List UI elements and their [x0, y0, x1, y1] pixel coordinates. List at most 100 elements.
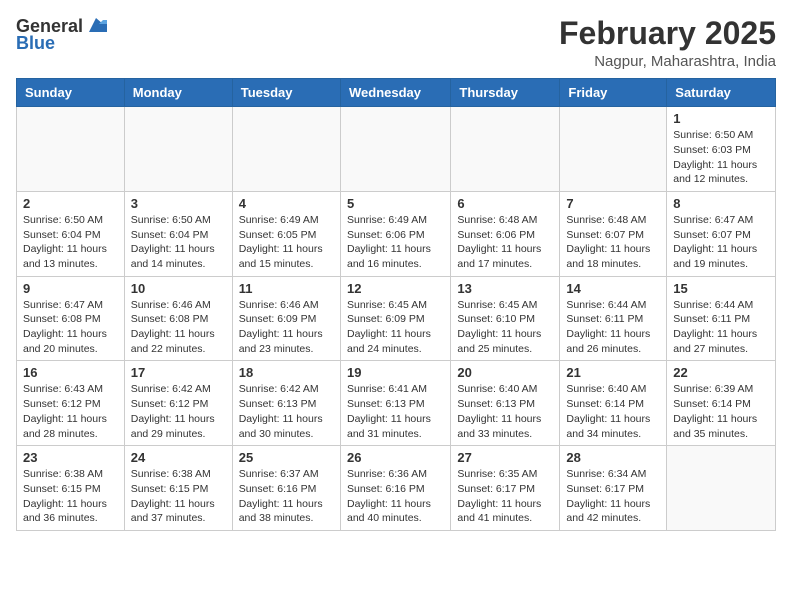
month-year: February 2025: [559, 16, 776, 51]
location: Nagpur, Maharashtra, India: [559, 53, 776, 70]
calendar-cell: 14Sunrise: 6:44 AM Sunset: 6:11 PM Dayli…: [560, 276, 667, 361]
day-info: Sunrise: 6:50 AM Sunset: 6:04 PM Dayligh…: [131, 213, 226, 272]
calendar-cell: 21 Sunrise: 6:40 AM Sunset: 6:14 PM Dayli…: [560, 361, 667, 446]
calendar-cell: 6 Sunrise: 6:48 AM Sunset: 6:06 PM Daylig…: [451, 191, 560, 276]
day-info: Sunrise: 6:48 AM Sunset: 6:07 PM Dayligh…: [566, 213, 660, 272]
day-number: 25: [239, 450, 334, 465]
day-info: Sunrise: 6:40 AM Sunset: 6:13 PM Dayligh…: [457, 382, 553, 441]
day-info: Sunrise: 6:47 AM Sunset: 6:07 PM Dayligh…: [673, 213, 769, 272]
calendar-cell: 7 Sunrise: 6:48 AM Sunset: 6:07 PM Daylig…: [560, 191, 667, 276]
day-info: Sunrise: 6:50 AM Sunset: 6:04 PM Dayligh…: [23, 213, 118, 272]
calendar-cell: [124, 107, 232, 192]
day-info: Sunrise: 6:44 AM Sunset: 6:11 PM Dayligh…: [566, 298, 660, 357]
calendar-table: SundayMondayTuesdayWednesdayThursdayFrid…: [16, 78, 776, 531]
calendar-cell: 11 Sunrise: 6:46 AM Sunset: 6:09 PM Dayli…: [232, 276, 340, 361]
day-info: Sunrise: 6:44 AM Sunset: 6:11 PM Dayligh…: [673, 298, 769, 357]
calendar-cell: 20 Sunrise: 6:40 AM Sunset: 6:13 PM Dayli…: [451, 361, 560, 446]
day-info: Sunrise: 6:49 AM Sunset: 6:05 PM Dayligh…: [239, 213, 334, 272]
day-info: Sunrise: 6:47 AM Sunset: 6:08 PM Dayligh…: [23, 298, 118, 357]
calendar-week-1: 1 Sunrise: 6:50 AM Sunset: 6:03 PM Daylig…: [17, 107, 776, 192]
day-number: 6: [457, 196, 553, 211]
day-info: Sunrise: 6:41 AM Sunset: 6:13 PM Dayligh…: [347, 382, 444, 441]
calendar-cell: 13 Sunrise: 6:45 AM Sunset: 6:10 PM Dayli…: [451, 276, 560, 361]
day-info: Sunrise: 6:43 AM Sunset: 6:12 PM Dayligh…: [23, 382, 118, 441]
day-number: 21: [566, 365, 660, 380]
day-number: 11: [239, 281, 334, 296]
calendar-cell: 22Sunrise: 6:39 AM Sunset: 6:14 PM Dayli…: [667, 361, 776, 446]
calendar-cell: 28Sunrise: 6:34 AM Sunset: 6:17 PM Dayli…: [560, 446, 667, 531]
page-header: General Blue February 2025 Nagpur, Mahar…: [16, 16, 776, 70]
day-info: Sunrise: 6:45 AM Sunset: 6:09 PM Dayligh…: [347, 298, 444, 357]
day-info: Sunrise: 6:39 AM Sunset: 6:14 PM Dayligh…: [673, 382, 769, 441]
day-info: Sunrise: 6:42 AM Sunset: 6:13 PM Dayligh…: [239, 382, 334, 441]
calendar-cell: 4 Sunrise: 6:49 AM Sunset: 6:05 PM Daylig…: [232, 191, 340, 276]
calendar-cell: 1 Sunrise: 6:50 AM Sunset: 6:03 PM Daylig…: [667, 107, 776, 192]
weekday-header-thursday: Thursday: [451, 79, 560, 107]
day-number: 12: [347, 281, 444, 296]
day-number: 16: [23, 365, 118, 380]
day-info: Sunrise: 6:50 AM Sunset: 6:03 PM Dayligh…: [673, 128, 769, 187]
calendar-cell: [232, 107, 340, 192]
weekday-header-friday: Friday: [560, 79, 667, 107]
day-number: 15: [673, 281, 769, 296]
day-number: 10: [131, 281, 226, 296]
day-number: 19: [347, 365, 444, 380]
calendar-cell: [667, 446, 776, 531]
calendar-cell: 23Sunrise: 6:38 AM Sunset: 6:15 PM Dayli…: [17, 446, 125, 531]
day-number: 28: [566, 450, 660, 465]
day-number: 3: [131, 196, 226, 211]
logo-blue: Blue: [16, 33, 55, 54]
weekday-header-row: SundayMondayTuesdayWednesdayThursdayFrid…: [17, 79, 776, 107]
day-number: 17: [131, 365, 226, 380]
calendar-cell: 19 Sunrise: 6:41 AM Sunset: 6:13 PM Dayli…: [340, 361, 450, 446]
day-info: Sunrise: 6:48 AM Sunset: 6:06 PM Dayligh…: [457, 213, 553, 272]
calendar-cell: 17Sunrise: 6:42 AM Sunset: 6:12 PM Dayli…: [124, 361, 232, 446]
day-number: 4: [239, 196, 334, 211]
calendar-cell: 25 Sunrise: 6:37 AM Sunset: 6:16 PM Dayli…: [232, 446, 340, 531]
day-info: Sunrise: 6:40 AM Sunset: 6:14 PM Dayligh…: [566, 382, 660, 441]
calendar-cell: [560, 107, 667, 192]
day-number: 7: [566, 196, 660, 211]
calendar-week-3: 9 Sunrise: 6:47 AM Sunset: 6:08 PM Daylig…: [17, 276, 776, 361]
day-info: Sunrise: 6:35 AM Sunset: 6:17 PM Dayligh…: [457, 467, 553, 526]
day-number: 24: [131, 450, 226, 465]
calendar-week-4: 16 Sunrise: 6:43 AM Sunset: 6:12 PM Dayli…: [17, 361, 776, 446]
title-section: February 2025 Nagpur, Maharashtra, India: [559, 16, 776, 70]
day-number: 8: [673, 196, 769, 211]
calendar-cell: 15 Sunrise: 6:44 AM Sunset: 6:11 PM Dayli…: [667, 276, 776, 361]
day-info: Sunrise: 6:37 AM Sunset: 6:16 PM Dayligh…: [239, 467, 334, 526]
calendar-cell: [451, 107, 560, 192]
calendar-cell: 18Sunrise: 6:42 AM Sunset: 6:13 PM Dayli…: [232, 361, 340, 446]
calendar-week-5: 23 Sunrise: 6:38 AM Sunset: 6:15 PM Dayli…: [17, 446, 776, 531]
day-number: 9: [23, 281, 118, 296]
calendar-cell: 5Sunrise: 6:49 AM Sunset: 6:06 PM Daylig…: [340, 191, 450, 276]
day-number: 26: [347, 450, 444, 465]
day-number: 23: [23, 450, 118, 465]
day-info: Sunrise: 6:46 AM Sunset: 6:09 PM Dayligh…: [239, 298, 334, 357]
calendar-cell: 9 Sunrise: 6:47 AM Sunset: 6:08 PM Daylig…: [17, 276, 125, 361]
day-number: 27: [457, 450, 553, 465]
calendar-cell: 26Sunrise: 6:36 AM Sunset: 6:16 PM Dayli…: [340, 446, 450, 531]
day-number: 2: [23, 196, 118, 211]
weekday-header-monday: Monday: [124, 79, 232, 107]
calendar-cell: 27 Sunrise: 6:35 AM Sunset: 6:17 PM Dayli…: [451, 446, 560, 531]
calendar-cell: 8 Sunrise: 6:47 AM Sunset: 6:07 PM Daylig…: [667, 191, 776, 276]
logo: General Blue: [16, 16, 107, 54]
day-number: 1: [673, 111, 769, 126]
weekday-header-wednesday: Wednesday: [340, 79, 450, 107]
calendar-cell: [340, 107, 450, 192]
calendar-cell: 16 Sunrise: 6:43 AM Sunset: 6:12 PM Dayli…: [17, 361, 125, 446]
calendar-cell: 10 Sunrise: 6:46 AM Sunset: 6:08 PM Dayli…: [124, 276, 232, 361]
day-number: 13: [457, 281, 553, 296]
weekday-header-sunday: Sunday: [17, 79, 125, 107]
weekday-header-tuesday: Tuesday: [232, 79, 340, 107]
weekday-header-saturday: Saturday: [667, 79, 776, 107]
logo-icon: [85, 14, 107, 36]
day-info: Sunrise: 6:46 AM Sunset: 6:08 PM Dayligh…: [131, 298, 226, 357]
day-number: 20: [457, 365, 553, 380]
day-info: Sunrise: 6:38 AM Sunset: 6:15 PM Dayligh…: [131, 467, 226, 526]
day-info: Sunrise: 6:45 AM Sunset: 6:10 PM Dayligh…: [457, 298, 553, 357]
calendar-cell: 3 Sunrise: 6:50 AM Sunset: 6:04 PM Daylig…: [124, 191, 232, 276]
day-number: 5: [347, 196, 444, 211]
calendar-week-2: 2 Sunrise: 6:50 AM Sunset: 6:04 PM Daylig…: [17, 191, 776, 276]
